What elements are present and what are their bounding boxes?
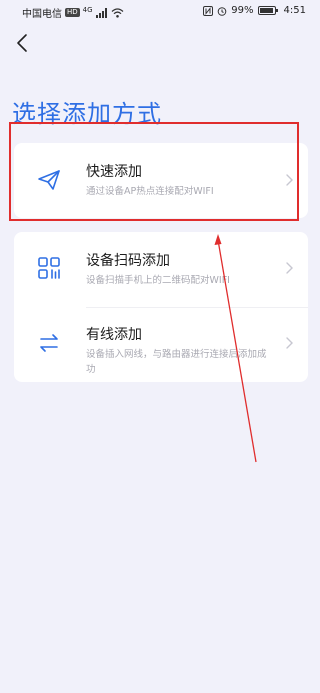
nfc-icon <box>203 5 214 16</box>
quick-add-card: 快速添加 通过设备AP热点连接配对WIFI <box>14 143 308 218</box>
swap-arrows-icon <box>40 334 58 352</box>
carrier-name: 中国电信 <box>22 9 62 20</box>
option-quick-add[interactable]: 快速添加 通过设备AP热点连接配对WIFI <box>14 143 308 218</box>
other-methods-card: 设备扫码添加 设备扫描手机上的二维码配对WIFI 有线添加 设备插入网线，与路由… <box>14 232 308 382</box>
chevron-right-icon <box>286 262 293 274</box>
qr-code-icon <box>38 257 60 279</box>
status-bar: 中国电信 HD 4G 99% 4:51 <box>0 0 320 24</box>
alarm-icon <box>217 6 227 16</box>
wifi-icon <box>111 7 123 18</box>
option-wired[interactable]: 有线添加 设备插入网线，与路由器进行连接后添加成功 <box>14 307 308 382</box>
signal-icon <box>95 7 107 18</box>
option-title: 有线添加 <box>86 327 142 343</box>
option-title: 设备扫码添加 <box>86 253 170 269</box>
chevron-right-icon <box>286 337 293 349</box>
chevron-right-icon <box>286 174 293 186</box>
option-title: 快速添加 <box>86 164 142 180</box>
page-title: 选择添加方式 <box>12 100 162 128</box>
network-type: 4G <box>82 5 93 14</box>
back-button[interactable] <box>12 30 36 56</box>
option-scan-qr[interactable]: 设备扫码添加 设备扫描手机上的二维码配对WIFI <box>14 232 308 307</box>
battery-icon <box>257 6 278 15</box>
option-description: 通过设备AP热点连接配对WIFI <box>86 186 214 197</box>
chevron-left-icon <box>17 34 27 52</box>
hd-badge: HD <box>65 8 80 17</box>
status-right: 99% 4:51 <box>203 5 306 16</box>
status-left: 中国电信 HD 4G <box>22 5 124 20</box>
paper-plane-icon <box>38 170 60 190</box>
status-time: 4:51 <box>283 5 306 16</box>
option-description: 设备扫描手机上的二维码配对WIFI <box>86 275 230 286</box>
battery-percent: 99% <box>231 5 254 16</box>
option-description: 设备插入网线，与路由器进行连接后添加成功 <box>86 349 267 375</box>
